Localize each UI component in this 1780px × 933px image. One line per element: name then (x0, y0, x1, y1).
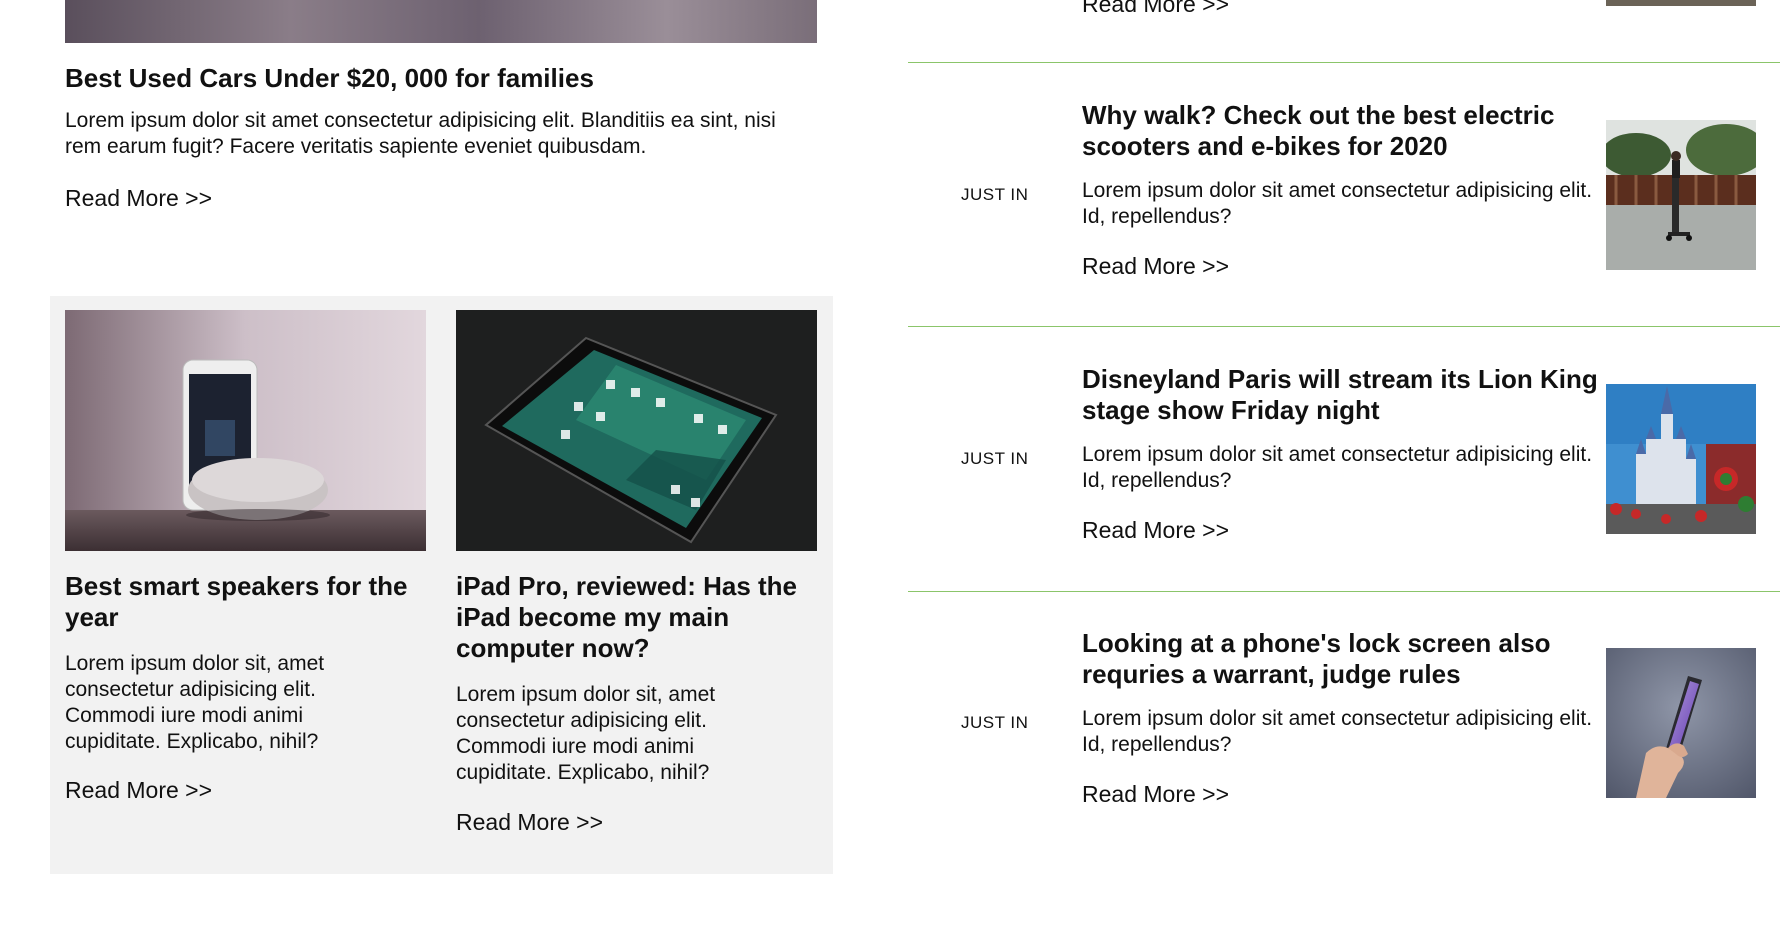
card-title-smart-speakers[interactable]: Best smart speakers for the year (65, 571, 430, 633)
smart-speaker-image[interactable] (65, 310, 426, 551)
just-in-label: JUST IN (961, 713, 1029, 732)
sidebar-divider (908, 591, 1780, 592)
card-description-smart-speakers: Lorem ipsum dolor sit, amet consectetur … (65, 652, 325, 753)
card-read-more-ipad-pro[interactable]: Read More >> (456, 808, 603, 836)
phone-hand-thumbnail[interactable] (1606, 648, 1756, 798)
sidebar-divider (908, 326, 1780, 327)
sidebar-top-thumbnail[interactable] (1606, 0, 1756, 6)
sidebar-read-more-disneyland[interactable]: Read More >> (1082, 516, 1229, 544)
card-description-ipad-pro: Lorem ipsum dolor sit, amet consectetur … (456, 683, 716, 784)
castle-thumbnail[interactable] (1606, 384, 1756, 534)
just-in-label: JUST IN (961, 449, 1029, 468)
featured-title[interactable]: Best Used Cars Under $20, 000 for famili… (65, 62, 825, 94)
sidebar-title-disneyland[interactable]: Disneyland Paris will stream its Lion Ki… (1082, 364, 1602, 426)
scooter-thumbnail[interactable] (1606, 120, 1756, 270)
sidebar-title-scooters[interactable]: Why walk? Check out the best electric sc… (1082, 100, 1602, 162)
ipad-image[interactable] (456, 310, 817, 551)
sidebar-description-disneyland: Lorem ipsum dolor sit amet consectetur a… (1082, 443, 1593, 492)
sidebar-divider (908, 62, 1780, 63)
sidebar-read-more-scooters[interactable]: Read More >> (1082, 252, 1229, 280)
featured-image[interactable] (65, 0, 817, 43)
just-in-label: JUST IN (961, 185, 1029, 204)
sidebar-title-lock-screen[interactable]: Looking at a phone's lock screen also re… (1082, 628, 1602, 690)
sidebar-top-read-more-link[interactable]: Read More >> (1082, 0, 1229, 18)
sidebar-description-lock-screen: Lorem ipsum dolor sit amet consectetur a… (1082, 707, 1593, 756)
sidebar-read-more-lock-screen[interactable]: Read More >> (1082, 780, 1229, 808)
featured-read-more-link[interactable]: Read More >> (65, 184, 212, 212)
card-read-more-smart-speakers[interactable]: Read More >> (65, 776, 212, 804)
featured-description: Lorem ipsum dolor sit amet consectetur a… (65, 109, 776, 158)
card-title-ipad-pro[interactable]: iPad Pro, reviewed: Has the iPad become … (456, 571, 821, 664)
sidebar-description-scooters: Lorem ipsum dolor sit amet consectetur a… (1082, 179, 1593, 228)
